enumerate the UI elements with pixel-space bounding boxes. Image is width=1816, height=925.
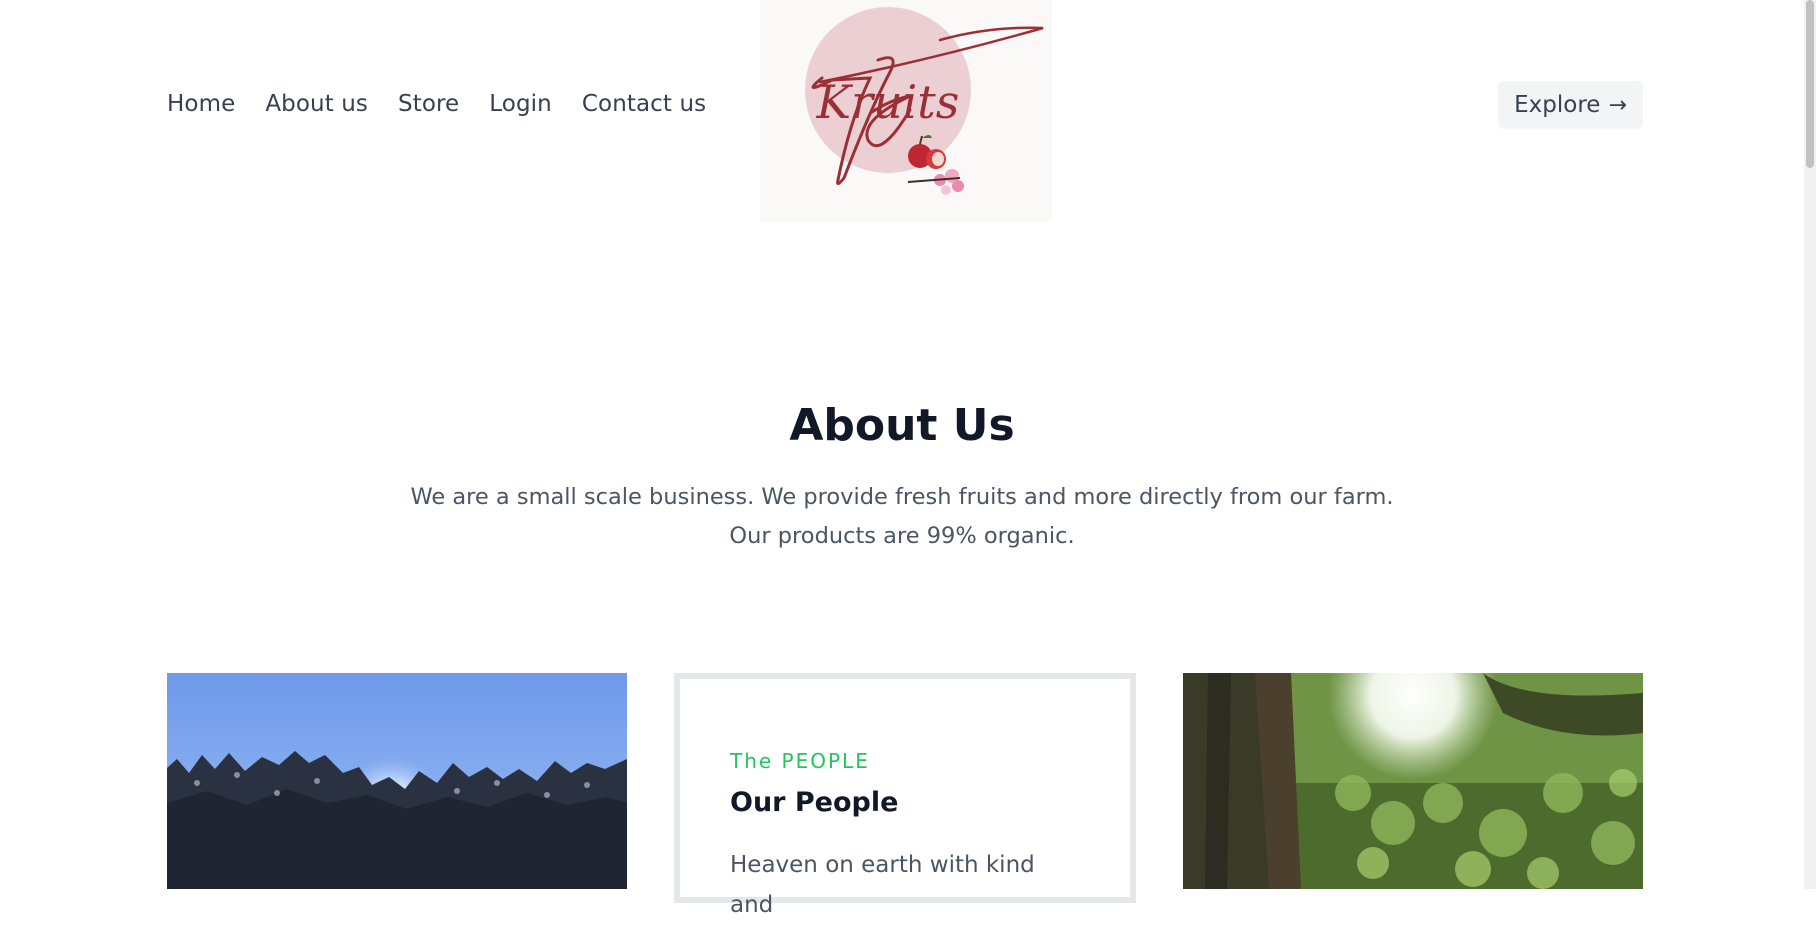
snowy-trees-image (167, 673, 627, 889)
main-nav: Home About us Store Login Contact us (167, 91, 706, 117)
nav-about-link[interactable]: About us (265, 91, 368, 117)
scrollbar-thumb[interactable] (1806, 0, 1814, 168)
nav-contact-link[interactable]: Contact us (582, 91, 706, 117)
nav-home-link[interactable]: Home (167, 91, 235, 117)
people-text: Heaven on earth with kind and (730, 852, 1035, 918)
people-title: Our People (730, 787, 899, 818)
page-scrollbar[interactable] (1804, 0, 1816, 889)
arrow-right-icon: → (1608, 92, 1627, 118)
nav-login-link[interactable]: Login (489, 91, 552, 117)
forest-image (1183, 673, 1643, 889)
people-card: The PEOPLE Our People Heaven on earth wi… (674, 673, 1136, 918)
explore-button-label: Explore (1514, 92, 1601, 118)
site-logo[interactable]: Kruits (760, 0, 1052, 222)
people-eyebrow: The PEOPLE (730, 749, 870, 773)
blossom-icon (907, 169, 964, 195)
about-title: About Us (789, 400, 1015, 451)
explore-button[interactable]: Explore → (1498, 81, 1643, 129)
nav-store-link[interactable]: Store (398, 91, 459, 117)
logo-text: Kruits (816, 75, 960, 129)
about-description: We are a small scale business. We provid… (410, 484, 1394, 549)
